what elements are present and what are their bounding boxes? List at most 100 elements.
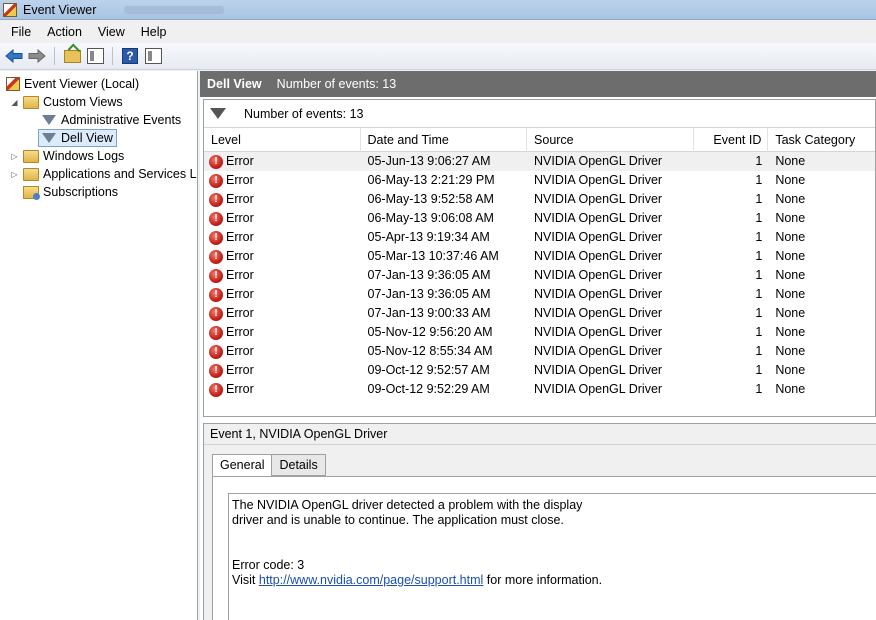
- cell-task-category: None: [775, 268, 806, 282]
- level-text: Error: [226, 306, 254, 320]
- level-text: Error: [226, 192, 254, 206]
- cell-source: NVIDIA OpenGL Driver: [534, 325, 663, 339]
- view-header: Dell View Number of events: 13: [200, 71, 876, 97]
- cell-source: NVIDIA OpenGL Driver: [534, 230, 663, 244]
- level-text: Error: [226, 230, 254, 244]
- show-action-pane-button[interactable]: [143, 46, 163, 66]
- folder-icon: [23, 95, 39, 109]
- cell-event-id: 1: [755, 154, 763, 168]
- cell-task-category: None: [775, 154, 806, 168]
- main-pane: Dell View Number of events: 13 Number of…: [200, 71, 876, 620]
- level-text: Error: [226, 173, 254, 187]
- folder-icon: [23, 167, 39, 181]
- forward-button[interactable]: [27, 46, 47, 66]
- event-row[interactable]: ! Error 05-Jun-13 9:06:27 AM NVIDIA OpenGL …: [204, 152, 875, 171]
- toolbar-separator: [54, 47, 55, 65]
- cell-level: ! Error: [204, 342, 361, 361]
- event-row[interactable]: ! Error 06-May-13 9:52:58 AM NVIDIA OpenGL …: [204, 190, 875, 209]
- menu-action[interactable]: Action: [39, 21, 90, 43]
- blurred-title-region: [124, 5, 225, 14]
- menu-bar: File Action View Help: [0, 21, 876, 43]
- expand-arrow-icon[interactable]: ▷: [10, 170, 19, 179]
- help-button[interactable]: ?: [120, 46, 140, 66]
- level-text: Error: [226, 325, 254, 339]
- cell-date-time: 05-Mar-13 10:37:46 AM: [367, 249, 499, 263]
- error-icon: !: [209, 363, 223, 378]
- event-row[interactable]: ! Error 07-Jan-13 9:00:33 AM NVIDIA OpenGL …: [204, 304, 875, 323]
- cell-event-id: 1: [755, 325, 763, 339]
- tree-node-subscriptions[interactable]: Subscriptions: [23, 183, 118, 201]
- tree-node-windows-logs[interactable]: ▷ Windows Logs: [10, 147, 124, 165]
- cell-level: ! Error: [204, 228, 361, 247]
- tree-node-label: Applications and Services Lo: [43, 167, 198, 181]
- cell-task-category: None: [775, 249, 806, 263]
- back-button[interactable]: [4, 46, 24, 66]
- cell-task-category: None: [775, 344, 806, 358]
- filter-bar: Number of events: 13: [204, 100, 875, 128]
- tree-node-custom-views[interactable]: ◢ Custom Views: [10, 93, 123, 111]
- tab-details[interactable]: Details: [271, 454, 326, 476]
- cell-task-category: None: [775, 192, 806, 206]
- up-folder-button[interactable]: [62, 46, 82, 66]
- cell-event-id: 1: [755, 211, 763, 225]
- show-hide-tree-button[interactable]: [85, 46, 105, 66]
- column-header-task-category[interactable]: Task Category: [768, 128, 875, 152]
- column-header-date-time[interactable]: Date and Time: [361, 128, 528, 152]
- cell-level: ! Error: [204, 304, 361, 323]
- tree-node-label: Subscriptions: [43, 185, 119, 199]
- cell-date-time: 07-Jan-13 9:00:33 AM: [367, 306, 491, 320]
- column-headers: Level Date and Time Source Event ID Task…: [204, 128, 875, 152]
- cell-date-time: 06-May-13 9:52:58 AM: [367, 192, 494, 206]
- column-header-source[interactable]: Source: [527, 128, 694, 152]
- arrow-left-icon: [5, 49, 23, 63]
- tree-node-dell-view[interactable]: Dell View: [38, 129, 117, 147]
- cell-task-category: None: [775, 382, 806, 396]
- event-row[interactable]: ! Error 05-Nov-12 9:56:20 AM NVIDIA OpenGL …: [204, 323, 875, 342]
- error-icon: !: [209, 211, 223, 226]
- level-text: Error: [226, 211, 254, 225]
- tree-node-applications-and-services[interactable]: ▷ Applications and Services Lo: [10, 165, 198, 183]
- event-detail-pane: Event 1, NVIDIA OpenGL Driver General De…: [203, 423, 876, 620]
- column-header-level[interactable]: Level: [204, 128, 361, 152]
- cell-source: NVIDIA OpenGL Driver: [534, 344, 663, 358]
- expand-arrow-icon[interactable]: ▷: [10, 152, 19, 161]
- event-row[interactable]: ! Error 05-Apr-13 9:19:34 AM NVIDIA OpenGL …: [204, 228, 875, 247]
- tree-node-label: Windows Logs: [43, 149, 125, 163]
- error-icon: !: [209, 230, 223, 245]
- tree-node-administrative-events[interactable]: Administrative Events: [40, 111, 181, 129]
- toolbar-separator: [112, 47, 113, 65]
- cell-task-category: None: [775, 363, 806, 377]
- menu-help[interactable]: Help: [133, 21, 175, 43]
- folder-up-icon: [63, 49, 81, 63]
- collapse-arrow-icon[interactable]: ◢: [10, 98, 19, 107]
- menu-view[interactable]: View: [90, 21, 133, 43]
- cell-task-category: None: [775, 211, 806, 225]
- view-event-count: Number of events: 13: [276, 77, 397, 91]
- event-row[interactable]: ! Error 05-Mar-13 10:37:46 AM NVIDIA OpenGL…: [204, 247, 875, 266]
- cell-source: NVIDIA OpenGL Driver: [534, 249, 663, 263]
- event-row[interactable]: ! Error 07-Jan-13 9:36:05 AM NVIDIA OpenGL …: [204, 266, 875, 285]
- filter-icon: [210, 108, 226, 119]
- menu-file[interactable]: File: [3, 21, 39, 43]
- general-tab-panel: The NVIDIA OpenGL driver detected a prob…: [212, 476, 876, 620]
- event-row[interactable]: ! Error 07-Jan-13 9:36:05 AM NVIDIA OpenGL …: [204, 285, 875, 304]
- cell-event-id: 1: [755, 173, 763, 187]
- event-message: The NVIDIA OpenGL driver detected a prob…: [228, 493, 876, 620]
- tree-node-root[interactable]: Event Viewer (Local): [6, 75, 139, 93]
- error-icon: !: [209, 306, 223, 321]
- level-text: Error: [226, 363, 254, 377]
- tab-general[interactable]: General: [212, 454, 273, 477]
- support-link[interactable]: http://www.nvidia.com/page/support.html: [259, 573, 483, 587]
- event-row[interactable]: ! Error 06-May-13 2:21:29 PM NVIDIA OpenGL …: [204, 171, 875, 190]
- cell-date-time: 06-May-13 2:21:29 PM: [367, 173, 495, 187]
- error-icon: !: [209, 249, 223, 264]
- cell-source: NVIDIA OpenGL Driver: [534, 363, 663, 377]
- message-line: The NVIDIA OpenGL driver detected a prob…: [232, 498, 583, 512]
- event-row[interactable]: ! Error 06-May-13 9:06:08 AM NVIDIA OpenGL …: [204, 209, 875, 228]
- event-row[interactable]: ! Error 09-Oct-12 9:52:29 AM NVIDIA OpenGL …: [204, 380, 875, 399]
- column-header-event-id[interactable]: Event ID: [694, 128, 769, 152]
- cell-event-id: 1: [755, 249, 763, 263]
- event-row[interactable]: ! Error 09-Oct-12 9:52:57 AM NVIDIA OpenGL …: [204, 361, 875, 380]
- event-row[interactable]: ! Error 05-Nov-12 8:55:34 AM NVIDIA OpenGL …: [204, 342, 875, 361]
- tree-node-label: Custom Views: [43, 95, 123, 109]
